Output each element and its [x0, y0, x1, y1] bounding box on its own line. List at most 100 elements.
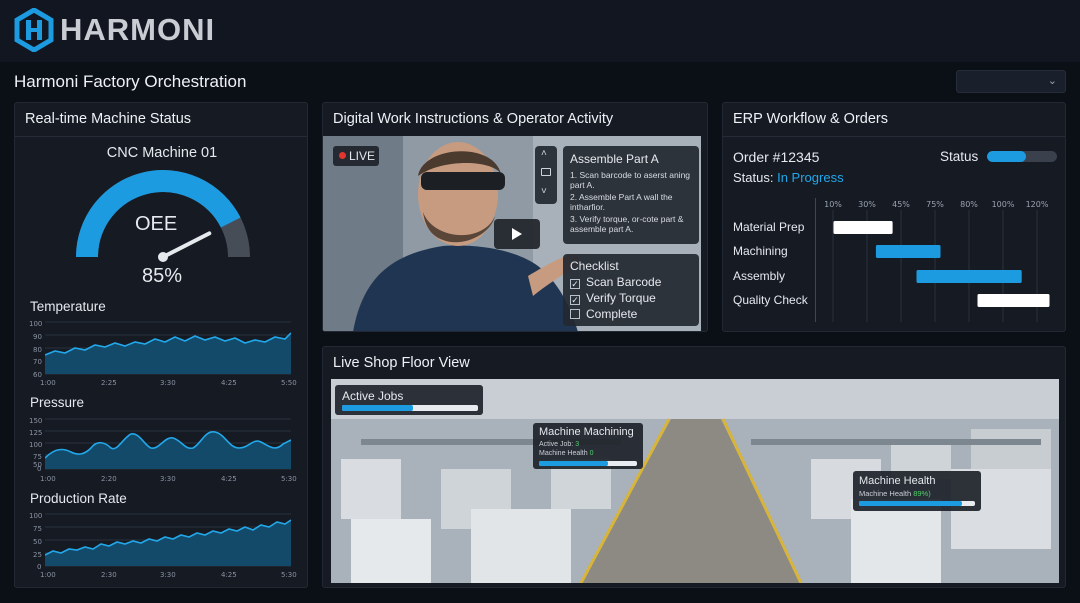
- active-jobs-label: Active Jobs: [342, 389, 404, 403]
- x-tick: 3:30: [160, 571, 176, 579]
- x-tick: 3:30: [160, 379, 176, 387]
- gantt-tick-label: 30%: [858, 200, 876, 209]
- instruction-step: 2. Assemble Part A wall the intharfior.: [570, 192, 673, 212]
- x-tick: 4:25: [221, 571, 237, 579]
- checklist-item-label: Complete: [586, 307, 638, 321]
- health-card-title: Machine Health: [859, 475, 936, 487]
- gauge-value: 85%: [141, 265, 183, 287]
- gantt-bar[interactable]: [916, 270, 1022, 283]
- machine-health-value: 0: [589, 450, 594, 457]
- y-tick: 60: [33, 371, 42, 379]
- temperature-title: Temperature: [30, 299, 106, 314]
- gantt-chart: 10% 30% 45% 75% 80% 100% 120%: [815, 198, 1050, 322]
- checkbox-unchecked-icon[interactable]: [570, 309, 580, 319]
- play-button[interactable]: [494, 219, 540, 249]
- gantt-tick-label: 45%: [892, 200, 910, 209]
- gantt-bar[interactable]: [833, 221, 893, 234]
- x-tick: 1:00: [40, 379, 56, 387]
- order-number: Order #12345: [733, 149, 820, 165]
- task-label: Machining: [733, 244, 788, 258]
- status-progress-bar: [987, 151, 1057, 162]
- shop-floor-camera-feed[interactable]: Active Jobs Machine Machining Active Job…: [331, 379, 1059, 583]
- instruction-toolbar: ˄ ˅: [535, 146, 557, 204]
- y-tick: 75: [33, 525, 42, 533]
- x-tick: 2:20: [101, 475, 117, 483]
- temperature-sparkline: [45, 321, 291, 375]
- x-tick: 2:25: [101, 379, 117, 387]
- y-tick: 0: [37, 563, 42, 571]
- gantt-bar[interactable]: [977, 294, 1050, 307]
- y-tick: 80: [33, 346, 42, 354]
- x-tick: 5:30: [281, 475, 297, 483]
- task-label: Quality Check: [733, 293, 808, 307]
- lock-icon[interactable]: [541, 168, 551, 176]
- checklist-title: Checklist: [570, 259, 619, 273]
- page-title: Harmoni Factory Orchestration: [14, 72, 247, 91]
- status-progress-fill: [987, 151, 1026, 162]
- checklist-item-label: Scan Barcode: [586, 275, 662, 289]
- y-tick: 125: [29, 429, 43, 437]
- divider: [723, 136, 1065, 137]
- status-prefix: Status:: [733, 170, 774, 185]
- chevron-up-icon[interactable]: ˄: [541, 148, 547, 159]
- checkbox-checked-icon[interactable]: ✓: [570, 295, 580, 305]
- panel-title: Live Shop Floor View: [333, 355, 470, 371]
- active-job-line: Active Job: 3: [539, 441, 579, 448]
- x-tick: 2:30: [101, 571, 117, 579]
- work-instructions-panel: Digital Work Instructions & Operator Act…: [322, 102, 708, 332]
- live-dot-icon: [339, 152, 346, 159]
- instruction-step: 3. Verify torque, or-cote part & assembl…: [570, 214, 684, 234]
- machine-name: CNC Machine 01: [106, 145, 218, 161]
- health-card-bar: [859, 501, 975, 506]
- y-tick: 150: [29, 417, 43, 425]
- panel-title: ERP Workflow & Orders: [733, 111, 888, 127]
- production-rate-sparkline: [45, 513, 291, 567]
- operator-video-feed[interactable]: LIVE ˄ ˅ Assemble Part A 1. Scan barcode…: [323, 136, 701, 331]
- status-value: In Progress: [777, 170, 844, 185]
- active-jobs-bar: [342, 405, 478, 411]
- machine-health-card: Machine Health Machine Health 89%): [853, 471, 981, 511]
- chevron-down-icon[interactable]: ˅: [541, 186, 547, 197]
- machine-card-title: Machine Machining: [539, 426, 634, 438]
- checkbox-checked-icon[interactable]: ✓: [570, 279, 580, 289]
- top-bar: HARMONI: [0, 0, 1080, 62]
- logo[interactable]: HARMONI: [14, 8, 215, 52]
- pressure-title: Pressure: [30, 395, 85, 410]
- gantt-bar[interactable]: [875, 245, 941, 258]
- checklist-item[interactable]: ✓ Scan Barcode: [570, 275, 661, 289]
- y-tick: 100: [29, 441, 43, 449]
- view-selector-dropdown[interactable]: ⌄: [956, 70, 1066, 93]
- instruction-title: Assemble Part A: [570, 152, 659, 166]
- erp-panel: ERP Workflow & Orders Order #12345 Statu…: [722, 102, 1066, 332]
- divider: [15, 136, 307, 137]
- y-tick: 100: [29, 512, 43, 520]
- health-card-value: 89%): [913, 489, 931, 498]
- machine-health-bar: [539, 461, 637, 466]
- machine-health-label: Machine Health: [539, 450, 588, 457]
- y-tick: 0: [37, 465, 42, 473]
- checklist-item[interactable]: ✓ Verify Torque: [570, 291, 656, 305]
- x-tick: 3:30: [160, 475, 176, 483]
- instruction-step: 1. Scan barcode to aserst aning part A.: [570, 170, 691, 190]
- checklist-item[interactable]: Complete: [570, 307, 637, 321]
- play-icon: [512, 228, 522, 240]
- machine-health-line: Machine Health 0: [539, 450, 594, 457]
- task-label: Material Prep: [733, 220, 805, 234]
- health-card-line: Machine Health 89%): [859, 489, 931, 498]
- checklist-card: Checklist ✓ Scan Barcode ✓ Verify Torque C…: [563, 254, 699, 326]
- machine-health-bar-fill: [539, 461, 608, 466]
- active-job-label: Active Job:: [539, 441, 574, 448]
- task-label: Assembly: [733, 269, 786, 283]
- health-card-bar-fill: [859, 501, 963, 506]
- x-tick: 4:25: [221, 379, 237, 387]
- chevron-down-icon: ⌄: [1047, 75, 1057, 87]
- live-label: LIVE: [349, 149, 376, 163]
- checklist-item-label: Verify Torque: [586, 291, 656, 305]
- y-tick: 25: [33, 551, 42, 559]
- active-job-value: 3: [575, 441, 580, 448]
- gantt-tick-label: 100%: [992, 200, 1015, 209]
- panel-title: Real-time Machine Status: [25, 111, 192, 127]
- x-tick: 1:00: [40, 475, 56, 483]
- panel-title: Digital Work Instructions & Operator Act…: [333, 111, 614, 127]
- y-tick: 70: [33, 358, 42, 366]
